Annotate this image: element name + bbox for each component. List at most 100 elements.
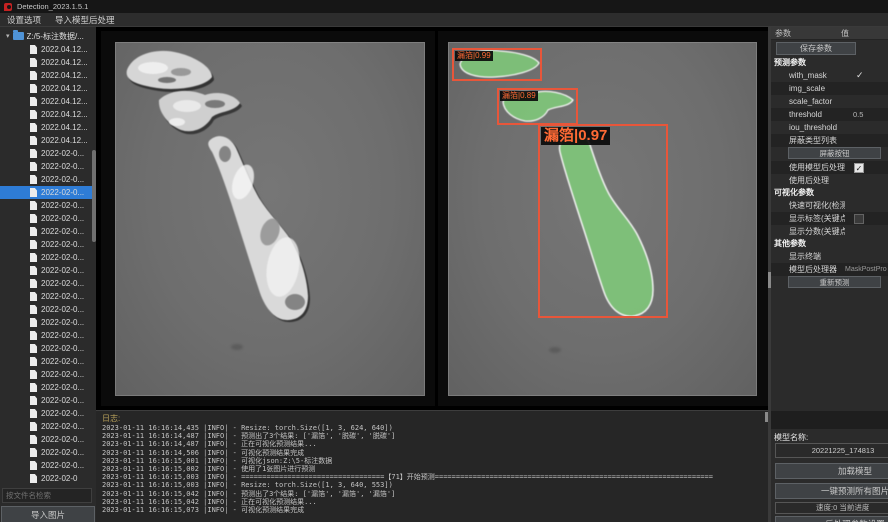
tree-item[interactable]: 2022-02-0... <box>0 355 92 368</box>
log-line: 2023-01-11 16:16:15,003 |INFO| - Resize:… <box>102 481 762 489</box>
tree-item[interactable]: 2022-02-0... <box>0 160 92 173</box>
param-row[interactable]: with_mask✓ <box>771 69 888 82</box>
model-name-field[interactable]: 20221225_174813 <box>775 443 888 458</box>
tree-item[interactable]: 2022.04.12... <box>0 82 92 95</box>
chevron-down-icon: ▾ <box>6 32 10 40</box>
menu-item[interactable]: 导入模型后处理 <box>48 13 122 27</box>
log-line: 2023-01-11 16:16:14,435 |INFO| - Resize:… <box>102 424 762 432</box>
source-image[interactable] <box>115 42 425 396</box>
window-title: Detection_2023.1.5.1 <box>17 2 88 11</box>
param-action-button[interactable]: 屏蔽按钮 <box>788 147 881 159</box>
tree-item[interactable]: 2022-02-0... <box>0 329 92 342</box>
tree-item[interactable]: 2022.04.12... <box>0 69 92 82</box>
tree-item[interactable]: 2022-02-0... <box>0 303 92 316</box>
tree-item[interactable]: 2022-02-0... <box>0 212 92 225</box>
log-line: 2023-01-11 16:16:15,003 |INFO| - =======… <box>102 473 762 481</box>
checkbox-empty-icon[interactable] <box>854 214 864 224</box>
param-row[interactable]: 显示终端 <box>771 250 888 263</box>
param-row[interactable]: img_scale <box>771 82 888 95</box>
tree-item[interactable]: 2022-02-0... <box>0 394 92 407</box>
tree-item-label: 2022-02-0... <box>41 253 84 262</box>
file-icon <box>30 188 37 197</box>
tree-item[interactable]: 2022-02-0... <box>0 316 92 329</box>
param-row[interactable]: 使用后处理 <box>771 174 888 187</box>
tree-item-label: 2022-02-0... <box>41 149 84 158</box>
check-icon: ✓ <box>845 70 864 80</box>
file-tree-items: 2022.04.12...2022.04.12...2022.04.12...2… <box>0 43 92 483</box>
tree-item[interactable]: 2022-02-0... <box>0 264 92 277</box>
tree-item[interactable]: 2022-02-0 <box>0 472 92 483</box>
load-model-button[interactable]: 加载模型 <box>775 463 888 479</box>
tree-root[interactable]: ▾ Z:/5-标注数据/... <box>0 29 92 43</box>
menu-bar: 设置选项导入模型后处理 <box>0 13 888 27</box>
tree-item[interactable]: 2022.04.12... <box>0 121 92 134</box>
tree-item-label: 2022-02-0... <box>41 370 84 379</box>
tree-item[interactable]: 2022.04.12... <box>0 108 92 121</box>
param-row[interactable]: threshold0.5 <box>771 108 888 121</box>
tree-item[interactable]: 2022.04.12... <box>0 95 92 108</box>
tree-item[interactable]: 2022.04.12... <box>0 134 92 147</box>
tree-item-label: 2022.04.12... <box>41 97 88 106</box>
tree-item-label: 2022-02-0... <box>41 409 84 418</box>
file-icon <box>30 266 37 275</box>
tree-item[interactable]: 2022-02-0... <box>0 238 92 251</box>
tree-item-label: 2022.04.12... <box>41 136 88 145</box>
param-row[interactable]: 使用模型后处理✓ <box>771 161 888 174</box>
tree-item[interactable]: 2022-02-0... <box>0 199 92 212</box>
param-row[interactable]: 模型后处理器MaskPostPro <box>771 263 888 276</box>
menu-item[interactable]: 设置选项 <box>0 13 48 27</box>
tree-item[interactable]: 2022.04.12... <box>0 56 92 69</box>
tree-item[interactable]: 2022-02-0... <box>0 446 92 459</box>
image-viewer: 漏箔|0.99漏箔|0.89漏箔|0.97 <box>96 27 770 410</box>
tree-item[interactable]: 2022-02-0... <box>0 407 92 420</box>
postprocess-settings-button[interactable]: 后处理参数设置 <box>775 516 888 522</box>
import-images-button[interactable]: 导入图片 <box>1 506 95 522</box>
params-header-value: 值 <box>841 28 849 39</box>
tree-item-label: 2022-02-0... <box>41 214 84 223</box>
tree-item-label: 2022-02-0... <box>41 188 84 197</box>
tree-item[interactable]: 2022-02-0... <box>0 420 92 433</box>
param-group-label: 可视化参数 <box>771 187 888 199</box>
param-row[interactable]: 显示分数(关键点) <box>771 225 888 238</box>
param-row[interactable]: scale_factor <box>771 95 888 108</box>
tree-item[interactable]: 2022-02-0... <box>0 225 92 238</box>
file-icon <box>30 227 37 236</box>
tree-item[interactable]: 2022-02-0... <box>0 368 92 381</box>
checkbox-checked-icon[interactable]: ✓ <box>854 163 864 173</box>
param-label: 使用后处理 <box>771 175 845 186</box>
tree-item[interactable]: 2022-02-0... <box>0 277 92 290</box>
log-line: 2023-01-11 16:16:14,487 |INFO| - 正在可视化预测… <box>102 440 762 448</box>
tree-item-label: 2022-02-0... <box>41 357 84 366</box>
tree-item[interactable]: 2022-02-0... <box>0 342 92 355</box>
predict-all-button[interactable]: 一键预测所有图片 <box>775 483 888 499</box>
tree-root-label: Z:/5-标注数据/... <box>27 31 84 42</box>
tree-item[interactable]: 2022-02-0... <box>0 251 92 264</box>
tree-item[interactable]: 2022-02-0... <box>0 173 92 186</box>
tree-item[interactable]: 2022-02-0... <box>0 186 92 199</box>
param-label: 模型后处理器 <box>771 264 845 275</box>
param-row[interactable]: 快速可视化(检测) <box>771 199 888 212</box>
tree-item[interactable]: 2022-02-0... <box>0 459 92 472</box>
file-icon <box>30 279 37 288</box>
param-label: scale_factor <box>771 97 845 106</box>
file-icon <box>30 396 37 405</box>
param-action-button[interactable]: 重新预测 <box>788 276 881 288</box>
tree-item[interactable]: 2022-02-0... <box>0 147 92 160</box>
photo-right[interactable]: 漏箔|0.99漏箔|0.89漏箔|0.97 <box>448 42 757 396</box>
tree-item[interactable]: 2022-02-0... <box>0 433 92 446</box>
file-icon <box>30 45 37 54</box>
tree-item-label: 2022-02-0... <box>41 396 84 405</box>
file-search-input[interactable] <box>2 488 92 503</box>
tree-item[interactable]: 2022.04.12... <box>0 43 92 56</box>
param-row[interactable]: iou_threshold <box>771 121 888 134</box>
file-icon <box>30 422 37 431</box>
param-row[interactable]: 显示标签(关键点) <box>771 212 888 225</box>
param-group-label: 预测参数 <box>771 57 888 69</box>
file-icon <box>30 136 37 145</box>
save-params-button[interactable]: 保存参数 <box>776 42 856 55</box>
source-image-panel <box>101 31 435 406</box>
folder-icon <box>13 32 24 40</box>
param-row[interactable]: 屏蔽类型列表 <box>771 134 888 147</box>
tree-item[interactable]: 2022-02-0... <box>0 290 92 303</box>
tree-item[interactable]: 2022-02-0... <box>0 381 92 394</box>
